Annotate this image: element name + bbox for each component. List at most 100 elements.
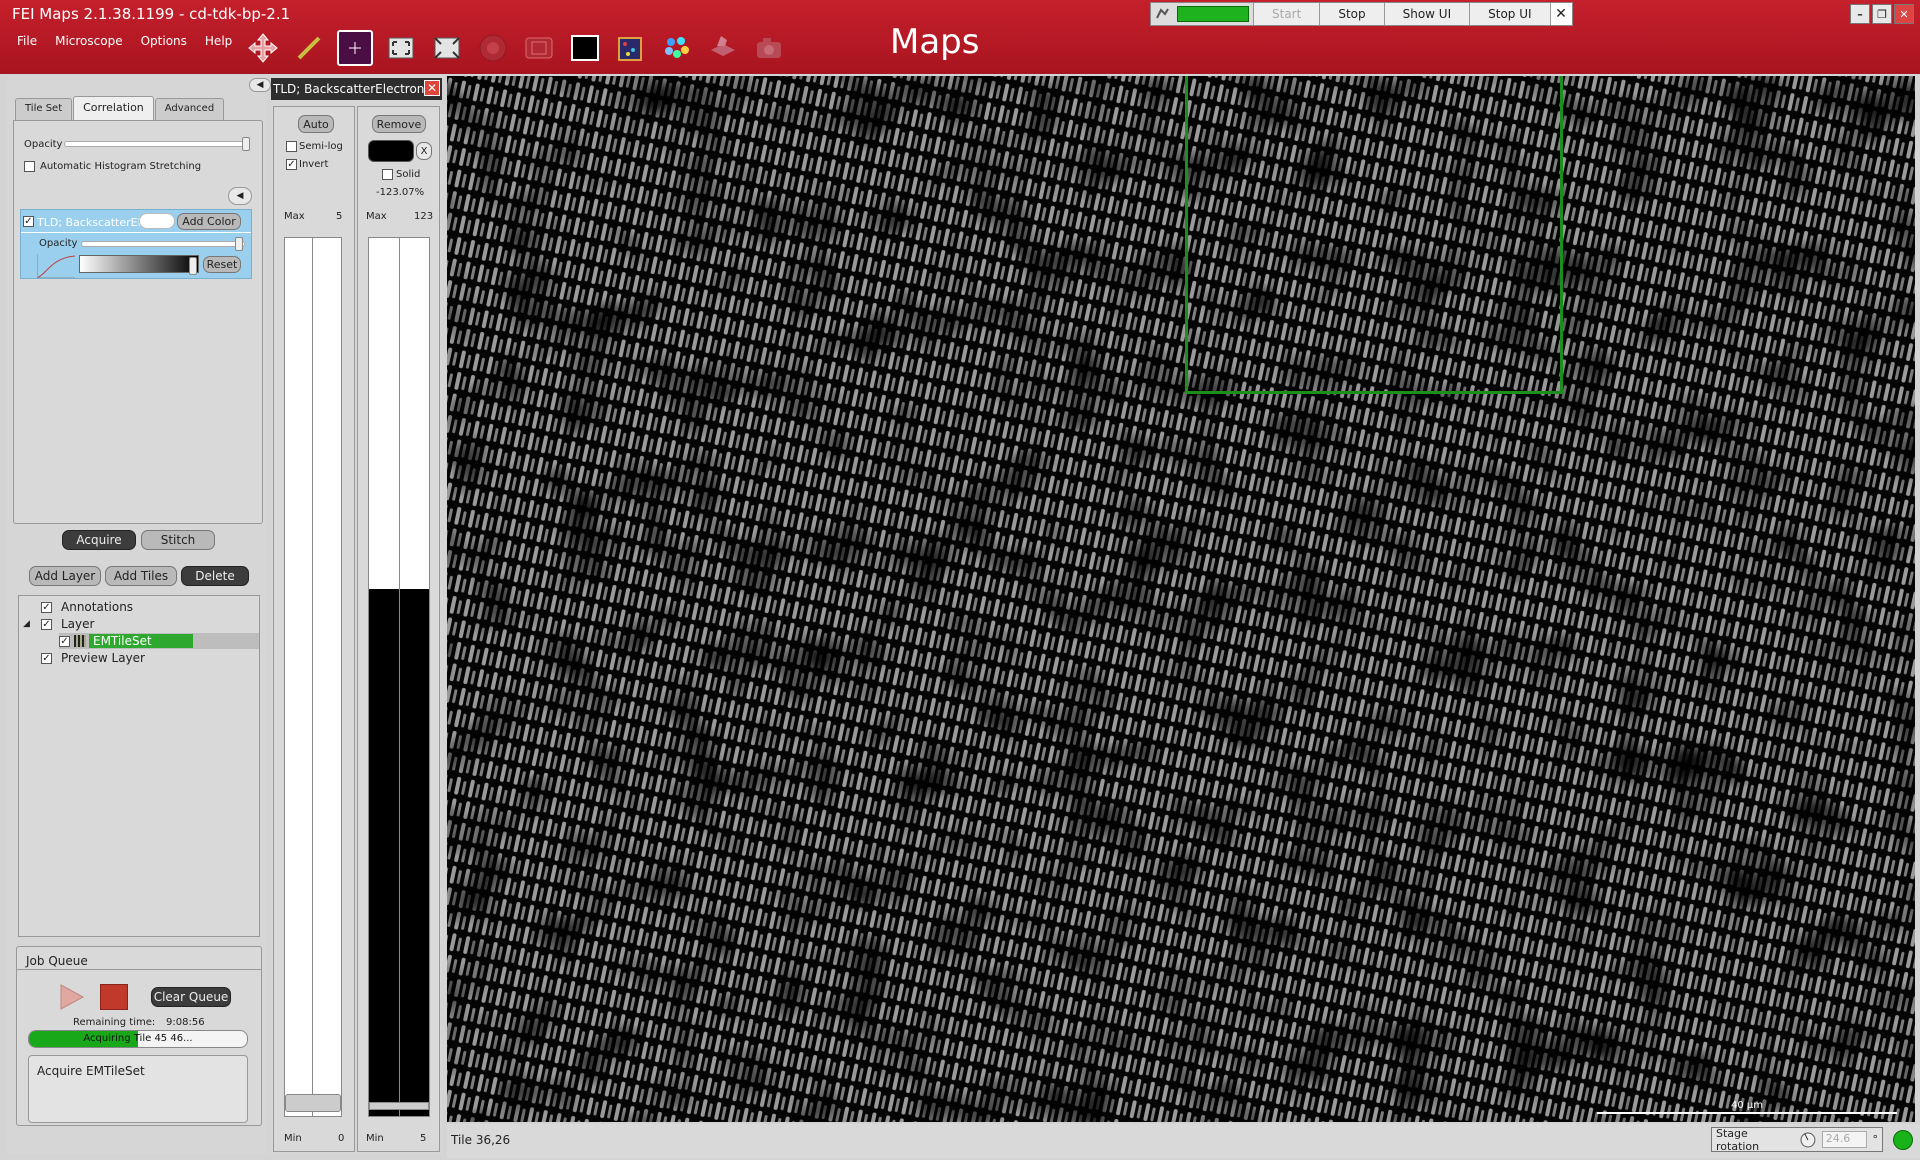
layer-tree: ✓ Annotations ◢ ✓ Layer ✓ EMTileSet ✓ Pr… bbox=[18, 595, 260, 937]
layer-collapse-icon[interactable]: ◀ bbox=[228, 187, 252, 205]
layer-opacity-thumb[interactable] bbox=[235, 237, 243, 251]
collapse-panel-icon[interactable]: ◀ bbox=[249, 78, 271, 92]
current-job-label: Acquire EMTileSet bbox=[37, 1064, 145, 1078]
tab-advanced[interactable]: Advanced bbox=[154, 98, 225, 120]
fit-icon[interactable] bbox=[383, 30, 419, 66]
right-max-value: 123 bbox=[414, 211, 434, 222]
restore-icon[interactable]: ❐ bbox=[1872, 4, 1892, 24]
image-view[interactable]: 40 µm bbox=[447, 76, 1915, 1122]
left-histogram-bar[interactable] bbox=[284, 237, 342, 1117]
histogram-center-line bbox=[312, 238, 313, 1116]
layer-checkbox[interactable]: ✓ bbox=[41, 618, 52, 630]
black-screen-icon[interactable] bbox=[567, 30, 603, 66]
record-icon[interactable] bbox=[475, 30, 511, 66]
window-title: FEI Maps 2.1.38.1199 - cd-tdk-bp-2.1 bbox=[12, 5, 291, 23]
menu-bar: File Microscope Options Help bbox=[8, 32, 241, 50]
tree-item-layer[interactable]: ◢ ✓ Layer bbox=[23, 617, 94, 631]
opacity-slider[interactable] bbox=[64, 141, 250, 147]
add-color-button[interactable]: Add Color bbox=[177, 213, 241, 230]
histogram-color-swatch[interactable] bbox=[368, 140, 414, 162]
layer-name: TLD; BackscatterEle bbox=[37, 216, 148, 229]
menu-help[interactable]: Help bbox=[196, 32, 241, 50]
preview-layer-checkbox[interactable]: ✓ bbox=[41, 652, 52, 664]
acquire-button[interactable]: Acquire bbox=[62, 530, 136, 550]
start-button[interactable]: Start bbox=[1253, 3, 1320, 25]
add-tiles-button[interactable]: Add Tiles bbox=[105, 566, 177, 586]
left-min-label: Min bbox=[284, 1133, 302, 1144]
panel-tabs: Tile Set Correlation Advanced bbox=[15, 96, 225, 120]
percent-value: -123.07% bbox=[376, 187, 425, 198]
measure-icon[interactable] bbox=[291, 30, 327, 66]
tree-item-preview-layer[interactable]: ✓ Preview Layer bbox=[41, 651, 145, 665]
invert-label: Invert bbox=[299, 159, 329, 170]
stop-ui-button[interactable]: Stop UI bbox=[1469, 3, 1550, 25]
annotations-checkbox[interactable]: ✓ bbox=[41, 601, 52, 613]
clear-queue-button[interactable]: Clear Queue bbox=[151, 987, 231, 1007]
auto-histogram-checkbox[interactable] bbox=[24, 161, 35, 172]
job-control-bar: Start Stop Show UI Stop UI ✕ bbox=[1150, 2, 1573, 26]
status-led-icon bbox=[1893, 1130, 1913, 1150]
tile-roi-frame[interactable] bbox=[1185, 76, 1563, 394]
divider bbox=[17, 969, 261, 970]
add-layer-button[interactable]: Add Layer bbox=[29, 566, 101, 586]
solid-checkbox[interactable] bbox=[382, 169, 393, 180]
semi-log-checkbox[interactable] bbox=[286, 141, 297, 152]
toolbar bbox=[245, 30, 787, 66]
stage-icon[interactable] bbox=[705, 30, 741, 66]
stage-rotation-input[interactable]: 24.6 bbox=[1821, 1131, 1868, 1148]
camera-icon[interactable] bbox=[751, 30, 787, 66]
tile-position: Tile 36,26 bbox=[451, 1133, 511, 1147]
reset-button[interactable]: Reset bbox=[203, 256, 241, 273]
menu-microscope[interactable]: Microscope bbox=[46, 32, 132, 50]
show-ui-button[interactable]: Show UI bbox=[1383, 3, 1470, 25]
right-histogram-bar[interactable] bbox=[368, 237, 430, 1117]
correlation-tab-body: Opacity Automatic Histogram Stretching ◀… bbox=[13, 120, 263, 524]
right-min-handle[interactable] bbox=[369, 1102, 429, 1110]
left-min-handle[interactable] bbox=[285, 1094, 341, 1112]
job-progress-bar: Acquiring Tile 45 46... bbox=[28, 1030, 248, 1048]
opacity-slider-thumb[interactable] bbox=[242, 137, 250, 151]
play-icon[interactable] bbox=[57, 983, 85, 1011]
scale-line bbox=[1597, 1112, 1897, 1114]
remove-button[interactable]: Remove bbox=[372, 115, 426, 133]
layer-color-swatch[interactable] bbox=[139, 213, 175, 229]
left-min-value: 0 bbox=[338, 1133, 345, 1144]
layer-opacity-slider[interactable] bbox=[81, 241, 245, 247]
job-queue-panel: Job Queue Clear Queue Remaining time: 9:… bbox=[16, 946, 262, 1126]
histogram-header: TLD; BackscatterElectrons bbox=[271, 78, 442, 100]
close-histogram-icon[interactable]: ✕ bbox=[424, 80, 440, 96]
snapshot-icon[interactable] bbox=[521, 30, 557, 66]
divider bbox=[21, 232, 251, 233]
stitch-button[interactable]: Stitch bbox=[141, 530, 215, 550]
stop-queue-icon[interactable] bbox=[100, 984, 128, 1010]
auto-button[interactable]: Auto bbox=[298, 115, 334, 133]
gradient-thumb[interactable] bbox=[189, 257, 197, 275]
rotation-dial-icon[interactable] bbox=[1799, 1131, 1817, 1149]
tab-tile-set[interactable]: Tile Set bbox=[15, 98, 73, 120]
tree-item-annotations[interactable]: ✓ Annotations bbox=[41, 600, 133, 614]
menu-options[interactable]: Options bbox=[132, 32, 196, 50]
full-extent-icon[interactable] bbox=[429, 30, 465, 66]
invert-checkbox[interactable]: ✓ bbox=[286, 159, 297, 170]
emtileset-checkbox[interactable]: ✓ bbox=[59, 635, 70, 647]
pan-icon[interactable] bbox=[245, 30, 281, 66]
window-close-icon[interactable]: ✕ bbox=[1894, 4, 1914, 24]
tab-correlation[interactable]: Correlation bbox=[73, 96, 154, 120]
job-progress-text: Acquiring Tile 45 46... bbox=[83, 1033, 193, 1044]
layer-visible-checkbox[interactable]: ✓ bbox=[23, 216, 34, 227]
close-job-bar-icon[interactable]: ✕ bbox=[1549, 3, 1572, 25]
expand-arrow-icon[interactable]: ◢ bbox=[23, 619, 41, 629]
menu-file[interactable]: File bbox=[8, 32, 46, 50]
stop-button[interactable]: Stop bbox=[1319, 3, 1384, 25]
job-ui-icon[interactable] bbox=[1151, 3, 1173, 25]
gamma-curve-icon bbox=[37, 254, 75, 278]
delete-button[interactable]: Delete bbox=[181, 566, 249, 586]
palette-icon[interactable] bbox=[659, 30, 695, 66]
crosshair-icon[interactable] bbox=[337, 30, 373, 66]
minimize-icon[interactable]: – bbox=[1850, 4, 1870, 24]
clear-color-button[interactable]: X bbox=[416, 142, 432, 160]
tree-item-emtileset[interactable]: ✓ EMTileSet bbox=[59, 633, 259, 649]
grayscale-gradient[interactable] bbox=[79, 255, 199, 273]
histogram-panel: TLD; BackscatterElectrons ✕ Auto Semi-lo… bbox=[271, 76, 442, 1154]
color-map-icon[interactable] bbox=[613, 30, 649, 66]
